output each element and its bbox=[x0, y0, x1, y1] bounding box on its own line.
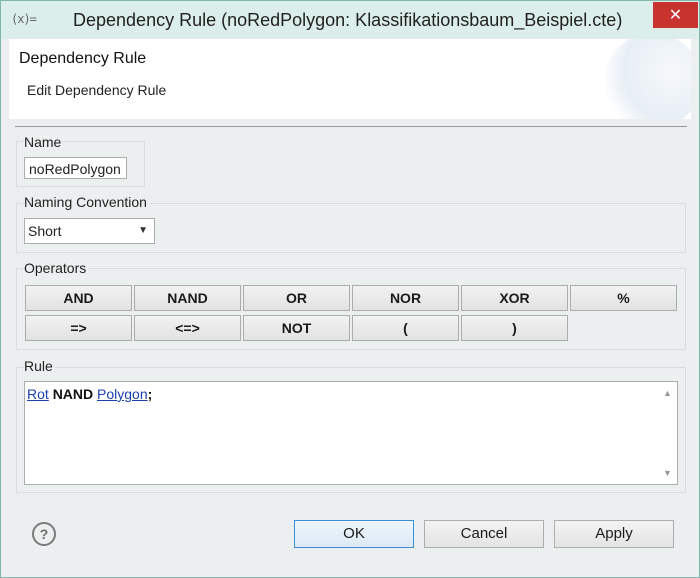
nor-button[interactable]: NOR bbox=[352, 285, 459, 311]
and-button[interactable]: AND bbox=[25, 285, 132, 311]
header-decoration bbox=[605, 39, 691, 119]
ok-button[interactable]: OK bbox=[294, 520, 414, 548]
operators-label: Operators bbox=[24, 260, 89, 276]
rule-label: Rule bbox=[24, 358, 55, 374]
app-icon: (x)= bbox=[11, 12, 37, 26]
rule-scrollbar[interactable]: ▲ ▼ bbox=[657, 382, 677, 484]
scroll-up-icon[interactable]: ▲ bbox=[663, 388, 672, 398]
close-button[interactable]: ✕ bbox=[653, 2, 698, 28]
rule-terminator: ; bbox=[147, 386, 153, 402]
close-icon: ✕ bbox=[668, 5, 683, 24]
rule-operator: NAND bbox=[52, 386, 94, 402]
dialog-window: (x)= Dependency Rule (noRedPolygon: Klas… bbox=[0, 0, 700, 578]
rule-editor[interactable]: Rot NAND Polygon; ▲ ▼ bbox=[24, 381, 678, 485]
chevron-down-icon: ▼ bbox=[138, 225, 148, 236]
equivalence-button[interactable]: <=> bbox=[134, 315, 241, 341]
rule-operand-link[interactable]: Polygon bbox=[97, 386, 148, 402]
help-icon: ? bbox=[39, 526, 49, 542]
name-label: Name bbox=[24, 134, 64, 150]
scroll-down-icon[interactable]: ▼ bbox=[663, 468, 672, 478]
name-input[interactable]: noRedPolygon bbox=[24, 157, 127, 179]
window-title: Dependency Rule (noRedPolygon: Klassifik… bbox=[73, 10, 623, 30]
implies-button[interactable]: => bbox=[25, 315, 132, 341]
xor-button[interactable]: XOR bbox=[461, 285, 568, 311]
cancel-button[interactable]: Cancel bbox=[424, 520, 544, 548]
rule-text: Rot NAND Polygon; bbox=[27, 386, 152, 402]
percent-button[interactable]: % bbox=[570, 285, 677, 311]
naming-convention-label: Naming Convention bbox=[24, 194, 149, 210]
open-paren-button[interactable]: ( bbox=[352, 315, 459, 341]
close-paren-button[interactable]: ) bbox=[461, 315, 568, 341]
or-button[interactable]: OR bbox=[243, 285, 350, 311]
apply-button[interactable]: Apply bbox=[554, 520, 674, 548]
dialog-header: Dependency Rule Edit Dependency Rule bbox=[9, 39, 691, 119]
title-bar[interactable]: (x)= Dependency Rule (noRedPolygon: Klas… bbox=[1, 1, 699, 39]
naming-convention-value: Short bbox=[28, 223, 62, 239]
header-subtitle: Edit Dependency Rule bbox=[27, 82, 167, 98]
header-separator bbox=[15, 126, 687, 127]
header-title: Dependency Rule bbox=[19, 50, 147, 67]
help-button[interactable]: ? bbox=[32, 522, 56, 546]
rule-operand-link[interactable]: Rot bbox=[27, 386, 49, 402]
not-button[interactable]: NOT bbox=[243, 315, 350, 341]
nand-button[interactable]: NAND bbox=[134, 285, 241, 311]
naming-convention-select[interactable]: Short ▼ bbox=[24, 218, 155, 244]
